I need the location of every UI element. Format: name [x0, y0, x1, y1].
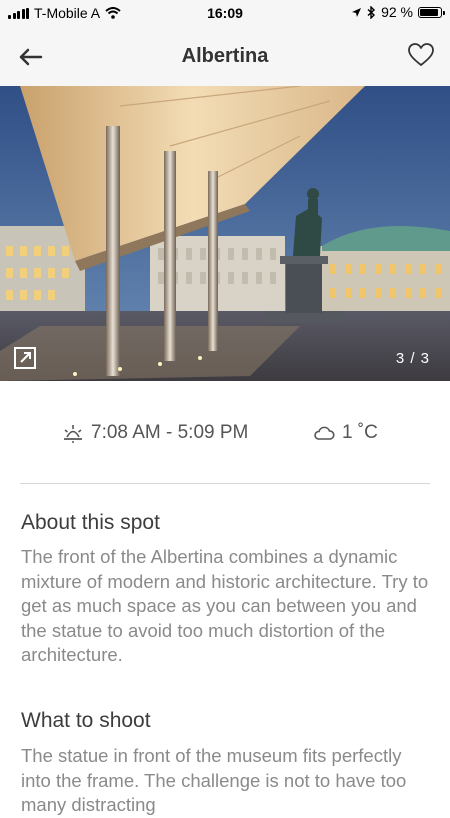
about-body: The front of the Albertina combines a dy…: [21, 546, 429, 665]
bluetooth-icon: [367, 5, 376, 19]
sun-times: 7:08 AM - 5:09 PM: [62, 422, 248, 444]
navigation-bar: Albertina: [0, 26, 450, 86]
cloud-icon: [314, 426, 335, 440]
shoot-title: What to shoot: [21, 709, 151, 732]
status-bar: T-Mobile A 16:09 92 %: [0, 0, 450, 26]
sunrise-icon: [64, 425, 82, 443]
heart-icon[interactable]: [406, 40, 436, 70]
spot-photo[interactable]: 3 / 3: [0, 86, 450, 381]
page-title: Albertina: [181, 45, 269, 67]
divider: [20, 483, 430, 484]
about-title: About this spot: [21, 511, 160, 534]
location-icon: [352, 7, 362, 17]
expand-icon[interactable]: [13, 346, 37, 370]
battery-percent: 92 %: [381, 4, 413, 20]
sun-times-text: 7:08 AM - 5:09 PM: [91, 422, 249, 443]
shoot-body: The statue in front of the museum fits p…: [21, 745, 407, 815]
temperature-text: 1 ˚C: [342, 422, 378, 443]
weather: 1 ˚C: [313, 422, 378, 444]
albertina-photo: [0, 86, 450, 381]
info-row: 7:08 AM - 5:09 PM 1 ˚C: [0, 420, 450, 450]
photo-counter: 3 / 3: [395, 350, 430, 367]
battery-icon: [418, 6, 445, 18]
status-right: 92 %: [351, 4, 445, 20]
